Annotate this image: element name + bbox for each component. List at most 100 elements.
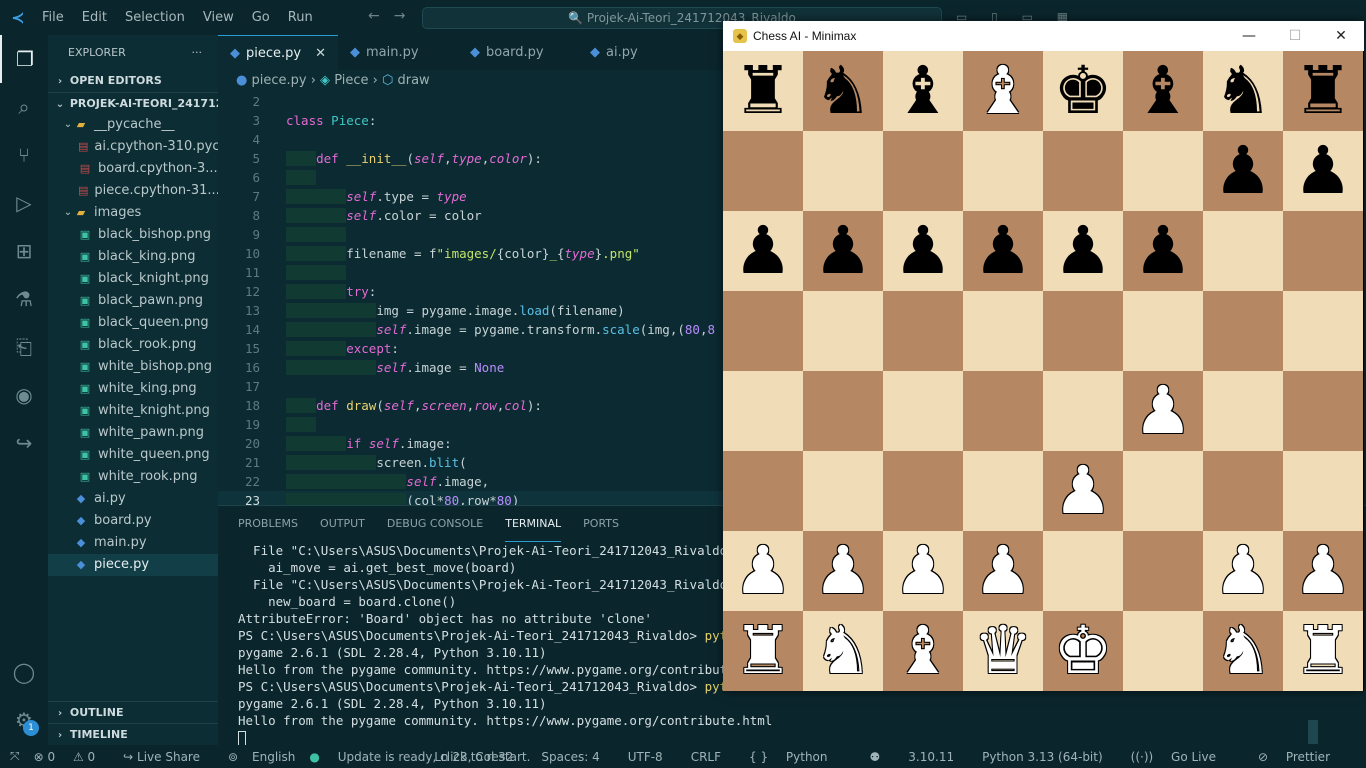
black-pawn-icon[interactable]: ♟ — [893, 211, 952, 291]
language-pack-status[interactable]: English — [252, 750, 295, 764]
code-editor[interactable]: 2 3 class Piece: 4 5 def __init__(self,ty… — [218, 92, 723, 505]
tree-file[interactable]: ▣ black_queen.png — [48, 312, 218, 334]
go-live-status[interactable]: ((·)) Go Live — [1131, 750, 1230, 764]
board-square[interactable]: ♝ — [883, 51, 963, 131]
search-icon[interactable]: ⌕ — [0, 83, 48, 131]
black-pawn-icon[interactable]: ♟ — [1053, 211, 1112, 291]
board-square[interactable] — [963, 291, 1043, 371]
timeline-section[interactable]: › TIMELINE — [48, 723, 218, 745]
source-control-icon[interactable]: ⑂ — [0, 131, 48, 179]
explorer-icon[interactable]: ❐ — [0, 35, 48, 83]
eol-status[interactable]: CRLF — [691, 750, 721, 764]
testing-icon[interactable]: ⚗ — [0, 275, 48, 323]
tree-file[interactable]: ▣ white_bishop.png — [48, 356, 218, 378]
board-square[interactable]: ♞ — [803, 51, 883, 131]
tree-file[interactable]: ▤ piece.cpython-31... — [48, 180, 218, 202]
tab-ai-py[interactable]: ◆ ai.py — [578, 35, 698, 70]
white-pawn-icon[interactable]: ♟ — [1133, 371, 1192, 451]
tree-file[interactable]: ◆ board.py — [48, 510, 218, 532]
tree-file[interactable]: ▤ ai.cpython-310.pyc — [48, 136, 218, 158]
board-square[interactable] — [723, 371, 803, 451]
board-square[interactable]: ♝ — [883, 611, 963, 691]
cursor-position[interactable]: Ln 23, Col 32 — [434, 750, 513, 764]
white-bishop-icon[interactable]: ♝ — [893, 611, 952, 691]
more-actions-icon[interactable]: ··· — [192, 35, 203, 70]
board-square[interactable]: ♟ — [1043, 211, 1123, 291]
menu-run[interactable]: Run — [288, 10, 313, 25]
board-square[interactable] — [1203, 371, 1283, 451]
panel-tab-debug-console[interactable]: DEBUG CONSOLE — [387, 506, 483, 542]
board-square[interactable] — [963, 371, 1043, 451]
white-rook-icon[interactable]: ♜ — [733, 611, 792, 691]
tab-main-py[interactable]: ◆ main.py — [338, 35, 458, 70]
board-square[interactable] — [1043, 131, 1123, 211]
board-square[interactable]: ♟ — [963, 211, 1043, 291]
panel-tab-ports[interactable]: PORTS — [583, 506, 619, 542]
account-icon[interactable]: ◯ — [0, 648, 48, 696]
board-square[interactable]: ♟ — [803, 211, 883, 291]
tree-file[interactable]: ▣ white_knight.png — [48, 400, 218, 422]
encoding-status[interactable]: UTF-8 — [628, 750, 663, 764]
board-square[interactable] — [1123, 531, 1203, 611]
terminal-scrollbar[interactable] — [1308, 720, 1318, 744]
board-square[interactable] — [1043, 291, 1123, 371]
maximize-button[interactable]: ☐ — [1272, 21, 1318, 51]
remote-icon[interactable]: ⤧ — [10, 749, 20, 764]
board-square[interactable]: ♟ — [963, 531, 1043, 611]
settings-gear-icon[interactable]: ⚙ 1 — [0, 696, 48, 744]
copilot-icon[interactable]: ⚉ — [870, 750, 881, 764]
language-mode[interactable]: { } Python — [749, 750, 842, 764]
minimize-button[interactable]: — — [1226, 21, 1272, 51]
nav-arrows[interactable]: ←→ — [368, 8, 419, 24]
tree-file[interactable]: ▣ white_rook.png — [48, 466, 218, 488]
white-pawn-icon[interactable]: ♟ — [893, 531, 952, 611]
board-square[interactable]: ♜ — [1283, 51, 1363, 131]
board-square[interactable] — [723, 131, 803, 211]
white-pawn-icon[interactable]: ♟ — [1213, 531, 1272, 611]
white-king-icon[interactable]: ♚ — [1053, 611, 1112, 691]
board-square[interactable] — [1043, 371, 1123, 451]
board-square[interactable] — [883, 291, 963, 371]
black-pawn-icon[interactable]: ♟ — [973, 211, 1032, 291]
tree-file[interactable]: ▣ black_rook.png — [48, 334, 218, 356]
tree-file[interactable]: ▣ black_pawn.png — [48, 290, 218, 312]
extensions-icon[interactable]: ⊞ — [0, 227, 48, 275]
live-share-status[interactable]: ↪ Live Share — [123, 750, 214, 764]
board-square[interactable]: ♚ — [1043, 51, 1123, 131]
black-pawn-icon[interactable]: ♟ — [813, 211, 872, 291]
board-square[interactable] — [803, 131, 883, 211]
board-square[interactable] — [1123, 131, 1203, 211]
tree-file[interactable]: ◆ main.py — [48, 532, 218, 554]
white-rook-icon[interactable]: ♜ — [1293, 611, 1352, 691]
board-square[interactable]: ♟ — [803, 531, 883, 611]
tree-file[interactable]: ▣ black_knight.png — [48, 268, 218, 290]
tree-file[interactable]: ◆ piece.py — [48, 554, 218, 576]
board-square[interactable] — [803, 371, 883, 451]
board-square[interactable]: ♟ — [1283, 531, 1363, 611]
black-bishop-icon[interactable]: ♝ — [1133, 51, 1192, 131]
white-bishop-icon[interactable]: ♝ — [973, 51, 1032, 131]
black-knight-icon[interactable]: ♞ — [813, 51, 872, 131]
board-square[interactable] — [1283, 291, 1363, 371]
white-knight-icon[interactable]: ♞ — [813, 611, 872, 691]
tree-folder[interactable]: ⌄ ▰ __pycache__ — [48, 114, 218, 136]
board-square[interactable]: ♟ — [723, 531, 803, 611]
board-square[interactable] — [1203, 291, 1283, 371]
black-pawn-icon[interactable]: ♟ — [1133, 211, 1192, 291]
project-section[interactable]: ⌄ PROJEK-AI-TEORI_241712... — [48, 92, 218, 114]
board-square[interactable]: ♛ — [963, 611, 1043, 691]
white-queen-icon[interactable]: ♛ — [973, 611, 1032, 691]
board-square[interactable] — [963, 451, 1043, 531]
board-square[interactable]: ♚ — [1043, 611, 1123, 691]
black-pawn-icon[interactable]: ♟ — [733, 211, 792, 291]
tab-piece-py[interactable]: ◆ piece.py ✕ — [218, 35, 338, 70]
tree-file[interactable]: ▣ white_king.png — [48, 378, 218, 400]
board-square[interactable] — [1283, 451, 1363, 531]
breadcrumb-class[interactable]: Piece — [334, 73, 368, 88]
github-icon[interactable]: ◉ — [0, 371, 48, 419]
board-square[interactable]: ♟ — [723, 211, 803, 291]
board-square[interactable]: ♜ — [1283, 611, 1363, 691]
menu-selection[interactable]: Selection — [125, 10, 185, 25]
board-square[interactable] — [883, 131, 963, 211]
board-square[interactable] — [883, 371, 963, 451]
